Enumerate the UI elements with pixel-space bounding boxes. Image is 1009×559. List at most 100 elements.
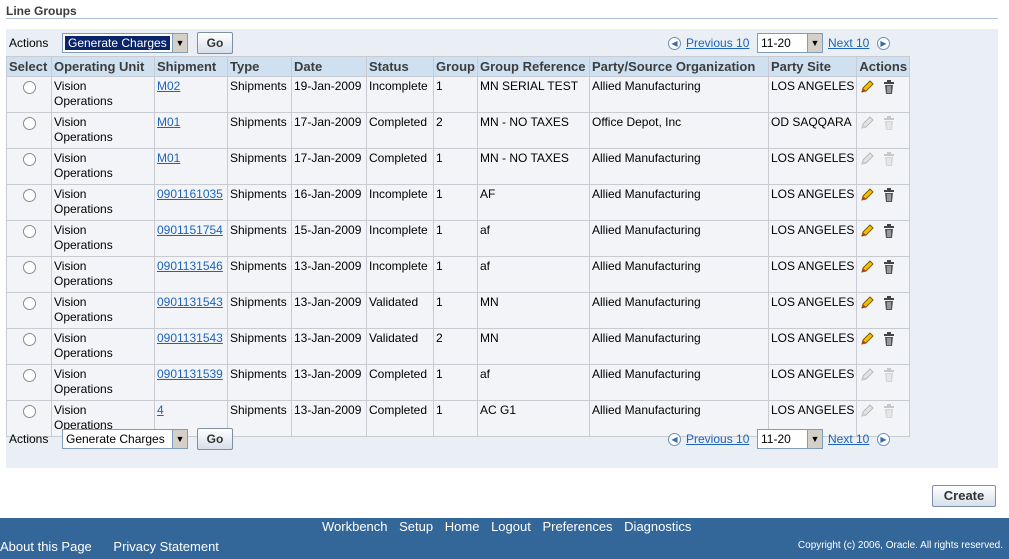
shipment-cell: M01	[154, 148, 228, 185]
actions-select[interactable]: Generate Charges ▼	[62, 33, 188, 53]
chevron-down-icon[interactable]: ▼	[172, 34, 187, 52]
trash-icon	[881, 115, 897, 131]
shipment-link[interactable]: 4	[157, 403, 164, 417]
date-cell: 19-Jan-2009	[291, 76, 367, 113]
trash-icon[interactable]	[881, 79, 897, 95]
type-cell: Shipments	[227, 220, 292, 257]
next-arrow-icon[interactable]: ▶	[877, 433, 890, 446]
operating-unit-line2: Operations	[54, 238, 113, 252]
footer-link-preferences[interactable]: Preferences	[542, 519, 612, 534]
group-reference-cell: MN SERIAL TEST	[477, 76, 590, 113]
range-select[interactable]: 11-20 ▼	[757, 429, 823, 449]
privacy-statement-link[interactable]: Privacy Statement	[113, 539, 219, 554]
footer-link-diagnostics[interactable]: Diagnostics	[624, 519, 691, 534]
party-site-cell: LOS ANGELES	[767, 220, 858, 257]
shipment-link[interactable]: M01	[157, 115, 180, 129]
status-cell: Completed	[366, 364, 434, 401]
party-cell: Allied Manufacturing	[589, 364, 769, 401]
col-header: Type	[227, 56, 292, 77]
actions-cell	[856, 148, 911, 185]
group-reference-cell: af	[477, 220, 590, 257]
footer-link-setup[interactable]: Setup	[399, 519, 433, 534]
row-radio[interactable]	[22, 405, 36, 418]
go-button[interactable]: Go	[197, 32, 233, 54]
pencil-icon[interactable]	[859, 259, 875, 275]
row-radio[interactable]	[22, 81, 36, 94]
row-radio[interactable]	[22, 297, 36, 310]
shipment-cell: M01	[154, 112, 228, 149]
operating-unit-line2: Operations	[54, 130, 113, 144]
row-radio[interactable]	[22, 333, 36, 346]
group-cell: 1	[433, 184, 478, 221]
table-row: Vision Operations 0901131543 Shipments 13-Ja…	[6, 292, 911, 329]
trash-icon[interactable]	[881, 295, 897, 311]
previous-link[interactable]: Previous 10	[686, 36, 749, 50]
group-reference-cell: MN	[477, 328, 590, 365]
type-cell: Shipments	[227, 112, 292, 149]
create-button[interactable]: Create	[932, 485, 996, 507]
footer-links: Workbench Setup Home Logout Preferences …	[322, 519, 699, 534]
pencil-icon	[859, 115, 875, 131]
next-link[interactable]: Next 10	[828, 432, 869, 446]
actions-cell	[856, 220, 911, 257]
footer-link-workbench[interactable]: Workbench	[322, 519, 388, 534]
pencil-icon[interactable]	[859, 223, 875, 239]
party-site-cell: LOS ANGELES	[767, 184, 858, 221]
date-cell: 15-Jan-2009	[291, 220, 367, 257]
trash-icon[interactable]	[881, 331, 897, 347]
previous-arrow-icon[interactable]: ◀	[668, 433, 681, 446]
actions-cell	[856, 292, 911, 329]
shipment-link[interactable]: M01	[157, 151, 180, 165]
date-cell: 17-Jan-2009	[291, 112, 367, 149]
shipment-link[interactable]: 0901131546	[157, 259, 223, 273]
shipment-link[interactable]: 0901161035	[157, 187, 223, 201]
range-select[interactable]: 11-20 ▼	[757, 33, 823, 53]
actions-cell	[856, 112, 911, 149]
pencil-icon[interactable]	[859, 79, 875, 95]
row-radio[interactable]	[22, 369, 36, 382]
row-radio[interactable]	[22, 117, 36, 130]
operating-unit-cell: Vision Operations	[51, 148, 155, 185]
group-reference-cell: af	[477, 364, 590, 401]
row-radio[interactable]	[22, 261, 36, 274]
next-arrow-icon[interactable]: ▶	[877, 37, 890, 50]
about-page-link[interactable]: About this Page	[0, 539, 92, 554]
trash-icon[interactable]	[881, 259, 897, 275]
operating-unit-line1: Vision	[54, 79, 87, 93]
pencil-icon[interactable]	[859, 295, 875, 311]
row-radio[interactable]	[22, 225, 36, 238]
row-radio[interactable]	[22, 153, 36, 166]
col-header: Party Site	[767, 56, 858, 77]
date-cell: 13-Jan-2009	[291, 292, 367, 329]
pencil-icon[interactable]	[859, 187, 875, 203]
shipment-link[interactable]: 0901131539	[157, 367, 223, 381]
date-cell: 13-Jan-2009	[291, 256, 367, 293]
chevron-down-icon[interactable]: ▼	[807, 430, 822, 448]
shipment-link[interactable]: M02	[157, 79, 180, 93]
previous-arrow-icon[interactable]: ◀	[668, 37, 681, 50]
table-header-row: Select Operating Unit Shipment Type Date…	[6, 56, 911, 77]
footer-link-home[interactable]: Home	[445, 519, 480, 534]
footer-link-logout[interactable]: Logout	[491, 519, 531, 534]
chevron-down-icon[interactable]: ▼	[172, 430, 187, 448]
select-cell	[6, 328, 52, 365]
pencil-icon[interactable]	[859, 331, 875, 347]
shipment-link[interactable]: 0901151754	[157, 223, 223, 237]
shipment-link[interactable]: 0901131543	[157, 331, 223, 345]
row-radio[interactable]	[22, 189, 36, 202]
select-cell	[6, 76, 52, 113]
trash-icon[interactable]	[881, 187, 897, 203]
shipment-link[interactable]: 0901131543	[157, 295, 223, 309]
next-link[interactable]: Next 10	[828, 36, 869, 50]
range-select-value: 11-20	[761, 36, 791, 50]
go-button[interactable]: Go	[197, 428, 233, 450]
actions-select[interactable]: Generate Charges ▼	[62, 429, 188, 449]
trash-icon[interactable]	[881, 223, 897, 239]
range-select-value: 11-20	[761, 432, 791, 446]
operating-unit-line2: Operations	[54, 94, 113, 108]
previous-link[interactable]: Previous 10	[686, 432, 749, 446]
operating-unit-cell: Vision Operations	[51, 292, 155, 329]
chevron-down-icon[interactable]: ▼	[807, 34, 822, 52]
col-header: Status	[366, 56, 434, 77]
actions-cell	[856, 256, 911, 293]
